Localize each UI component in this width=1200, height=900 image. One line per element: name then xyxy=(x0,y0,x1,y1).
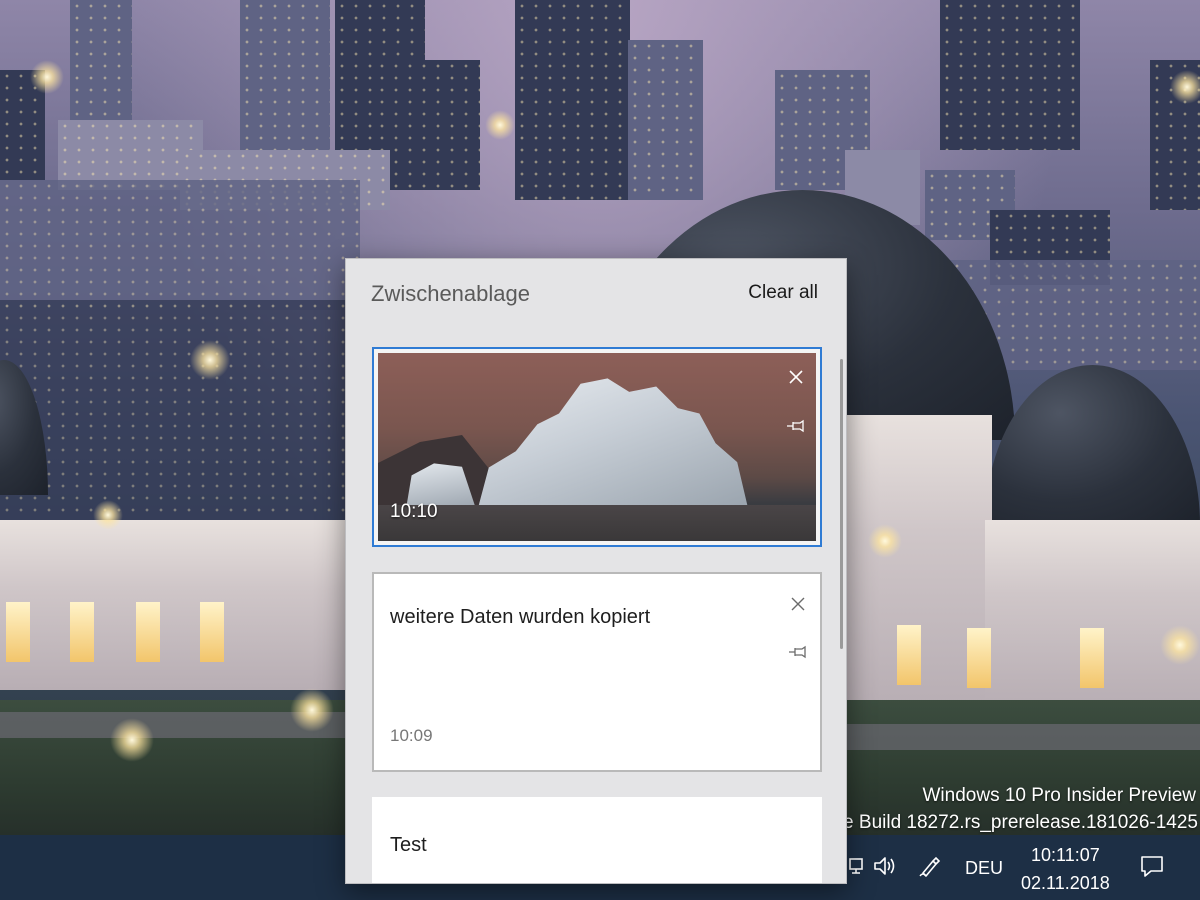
pin-item-button[interactable] xyxy=(786,640,810,664)
delete-item-button[interactable] xyxy=(784,365,808,389)
delete-item-button[interactable] xyxy=(786,592,810,616)
pin-icon xyxy=(789,645,806,659)
clipboard-item-text[interactable]: Test xyxy=(372,797,822,883)
close-icon xyxy=(791,597,805,611)
close-icon xyxy=(789,370,803,384)
pin-item-button[interactable] xyxy=(784,414,808,438)
input-language[interactable]: DEU xyxy=(965,858,1003,879)
pin-icon xyxy=(787,419,804,433)
clip-time: 10:10 xyxy=(390,501,438,522)
scrollbar[interactable] xyxy=(840,359,843,649)
clear-all-button[interactable]: Clear all xyxy=(748,282,818,304)
taskbar-clock-time[interactable]: 10:11:07 xyxy=(1031,845,1100,866)
clipboard-history-panel: Zwischenablage Clear all 10:10 weitere D… xyxy=(345,258,847,884)
panel-title: Zwischenablage xyxy=(371,281,530,306)
build-watermark-line1: Windows 10 Pro Insider Preview xyxy=(922,785,1197,806)
clip-text: Test xyxy=(390,834,427,856)
volume-icon[interactable] xyxy=(870,850,900,882)
clip-image-thumbnail: 10:10 xyxy=(378,353,816,541)
clipboard-item-image[interactable]: 10:10 xyxy=(372,347,822,547)
taskbar-clock-date[interactable]: 02.11.2018 xyxy=(1021,873,1110,894)
action-center-icon[interactable] xyxy=(1137,850,1167,882)
clipboard-item-text[interactable]: weitere Daten wurden kopiert 10:09 xyxy=(372,572,822,772)
build-watermark-line2: oie Build 18272.rs_prerelease.181026-142… xyxy=(828,812,1198,833)
clip-time: 10:09 xyxy=(390,726,433,745)
pen-icon[interactable] xyxy=(915,850,945,882)
clip-text: weitere Daten wurden kopiert xyxy=(390,606,651,628)
